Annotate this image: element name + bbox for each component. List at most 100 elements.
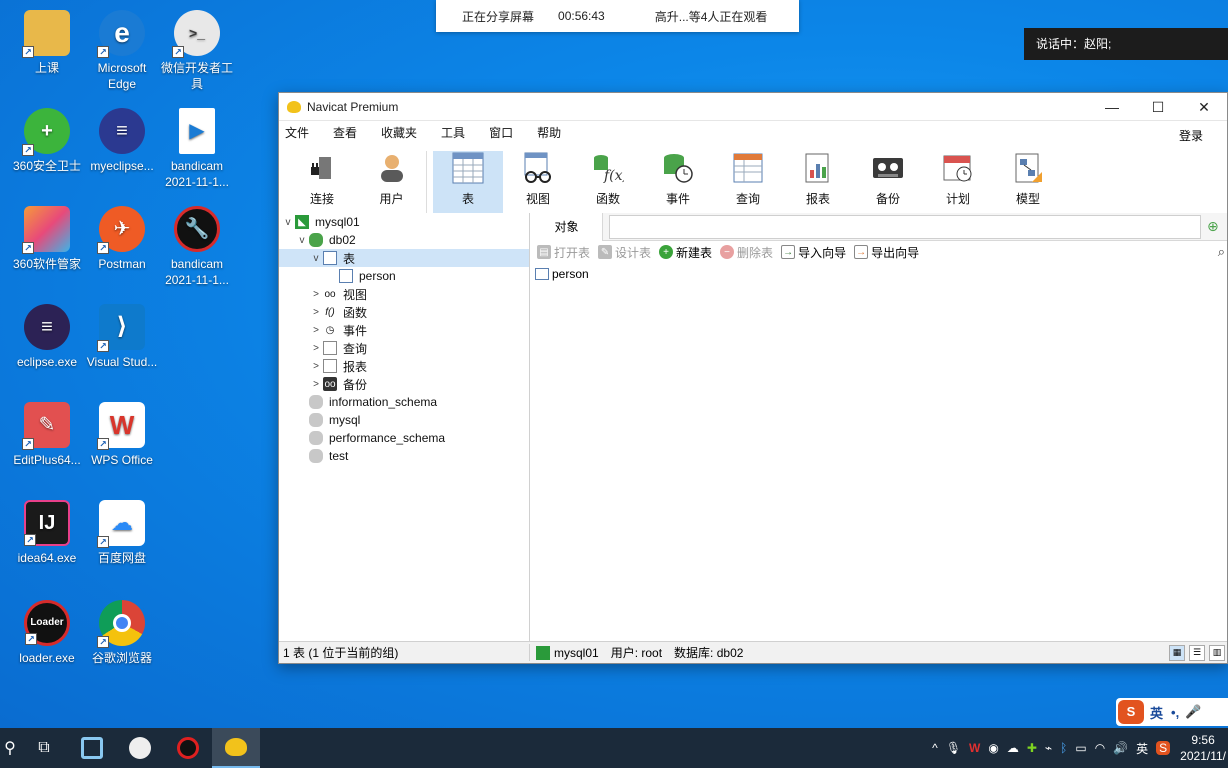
tree-tables-node[interactable]: v 表 — [279, 249, 529, 267]
desktop-icon-shangke[interactable]: ↗ 上课 — [10, 10, 84, 76]
chevron-down-icon[interactable]: v — [309, 253, 323, 264]
new-table-button[interactable]: + 新建表 — [659, 244, 712, 261]
sogou-tray-icon[interactable]: S — [1156, 741, 1171, 755]
grid-view-icon[interactable]: ▦ — [1169, 644, 1185, 661]
cloud-icon[interactable]: ☁ — [1007, 741, 1019, 755]
export-wizard-button[interactable]: → 导出向导 — [854, 244, 919, 261]
tree-backups-node[interactable]: > oo 备份 — [279, 375, 529, 393]
design-table-button[interactable]: ✎ 设计表 — [598, 244, 651, 261]
chevron-right-icon[interactable]: > — [309, 379, 323, 390]
menu-file[interactable]: 文件 — [285, 124, 321, 141]
object-item-person[interactable]: person — [535, 267, 589, 281]
volume-icon[interactable]: 🔊 — [1113, 741, 1128, 755]
ime-toolbar[interactable]: S 英 •, 🎤 — [1116, 698, 1228, 726]
maximize-button[interactable]: ☐ — [1135, 93, 1181, 121]
object-filter-input[interactable] — [609, 214, 1201, 239]
battery-icon[interactable]: ▭ — [1075, 741, 1086, 755]
qq-icon[interactable]: ◉ — [988, 741, 998, 755]
share-viewers[interactable]: 高升...等4人正在观看 — [655, 8, 768, 25]
list-view-icon[interactable]: ☰ — [1189, 644, 1205, 661]
detail-view-icon[interactable]: ▥ — [1209, 644, 1225, 661]
desktop-icon-myeclipse[interactable]: ≡ myeclipse... — [85, 108, 159, 174]
toolbar-event-button[interactable]: 事件 — [643, 151, 713, 213]
desktop-icon-bandicam-2[interactable]: 🔧 bandicam 2021-11-1... — [160, 206, 234, 288]
taskbar-app-avatar-icon[interactable] — [116, 728, 164, 768]
tree-database-db02[interactable]: v db02 — [279, 231, 529, 249]
toolbar-view-button[interactable]: 视图 — [503, 151, 573, 213]
desktop-icon-chrome[interactable]: ↗ 谷歌浏览器 — [85, 600, 159, 666]
search-icon[interactable]: ⚲ — [0, 728, 20, 768]
toolbar-backup-button[interactable]: 备份 — [853, 151, 923, 213]
title-bar[interactable]: Navicat Premium — ☐ ✕ — [279, 93, 1227, 121]
microphone-icon[interactable]: 🎙 — [946, 741, 961, 755]
menu-view[interactable]: 查看 — [333, 124, 369, 141]
toolbar-user-button[interactable]: 用户 — [357, 151, 427, 213]
wps-tray-icon[interactable]: W — [969, 741, 980, 755]
toolbar-connect-button[interactable]: 连接 — [287, 151, 357, 213]
minimize-button[interactable]: — — [1089, 93, 1135, 121]
toolbar-model-button[interactable]: 模型 — [993, 151, 1063, 213]
tree-functions-node[interactable]: > f() 函数 — [279, 303, 529, 321]
tree-queries-node[interactable]: > 查询 — [279, 339, 529, 357]
tree-events-node[interactable]: > ◷ 事件 — [279, 321, 529, 339]
task-view-icon[interactable]: ⧉ — [20, 728, 68, 768]
desktop-icon-editplus[interactable]: ✎ ↗ EditPlus64... — [10, 402, 84, 468]
taskbar-app-frame-icon[interactable] — [68, 728, 116, 768]
desktop-icon-loader[interactable]: Loader ↗ loader.exe — [10, 600, 84, 666]
close-button[interactable]: ✕ — [1181, 93, 1227, 121]
desktop-icon-idea[interactable]: IJ ↗ idea64.exe — [10, 500, 84, 566]
tree-database-test[interactable]: test — [279, 447, 529, 465]
desktop-icon-wechat-devtools[interactable]: >_ ↗ 微信开发者工具 — [160, 10, 234, 92]
desktop-icon-360-security[interactable]: + ↗ 360安全卫士 — [10, 108, 84, 174]
chevron-right-icon[interactable]: > — [309, 325, 323, 336]
desktop-icon-360-software[interactable]: ↗ 360软件管家 — [10, 206, 84, 272]
ime-mode[interactable]: 英 — [1150, 703, 1163, 722]
tree-connection-mysql01[interactable]: v ◣ mysql01 — [279, 213, 529, 231]
clock[interactable]: 9:56 2021/11/ — [1180, 732, 1226, 764]
chevron-down-icon[interactable]: v — [295, 235, 309, 246]
taskbar-navicat-icon[interactable] — [212, 728, 260, 768]
tray-input-language[interactable]: 英 — [1136, 740, 1148, 757]
menu-tools[interactable]: 工具 — [441, 124, 477, 141]
toolbar-schedule-button[interactable]: 计划 — [923, 151, 993, 213]
desktop-icon-baidu-netdisk[interactable]: ☁ ↗ 百度网盘 — [85, 500, 159, 566]
desktop-icon-edge[interactable]: e ↗ Microsoft Edge — [85, 10, 159, 92]
desktop-icon-wps[interactable]: W ↗ WPS Office — [85, 402, 159, 468]
usb-icon[interactable]: ⌁ — [1045, 741, 1052, 755]
desktop-icon-postman[interactable]: ✈ ↗ Postman — [85, 206, 159, 272]
bluetooth-icon[interactable]: ᛒ — [1060, 741, 1067, 755]
desktop-icon-eclipse[interactable]: ≡ eclipse.exe — [10, 304, 84, 370]
tree-views-node[interactable]: > oo 视图 — [279, 285, 529, 303]
punctuation-icon[interactable]: •, — [1171, 705, 1179, 720]
import-wizard-button[interactable]: → 导入向导 — [781, 244, 846, 261]
wifi-icon[interactable]: ◠ — [1095, 741, 1105, 755]
desktop-icon-bandicam-video-1[interactable]: ▶ bandicam 2021-11-1... — [160, 108, 234, 190]
microphone-icon[interactable]: 🎤 — [1185, 704, 1201, 720]
chevron-up-icon[interactable]: ^ — [932, 741, 938, 755]
taskbar-bandicam-icon[interactable] — [164, 728, 212, 768]
delete-table-button[interactable]: − 删除表 — [720, 244, 773, 261]
add-tab-icon[interactable]: ⊕ — [1207, 218, 1227, 235]
toolbar-query-button[interactable]: 查询 — [713, 151, 783, 213]
open-table-button[interactable]: ▤ 打开表 — [537, 244, 590, 261]
toolbar-report-button[interactable]: 报表 — [783, 151, 853, 213]
menu-window[interactable]: 窗口 — [489, 124, 525, 141]
chevron-right-icon[interactable]: > — [309, 361, 323, 372]
chevron-right-icon[interactable]: > — [309, 289, 323, 300]
tree-database-mysql[interactable]: mysql — [279, 411, 529, 429]
tree-reports-node[interactable]: > 报表 — [279, 357, 529, 375]
360-tray-icon[interactable]: ✚ — [1027, 741, 1037, 755]
search-icon[interactable]: ⌕ — [1218, 244, 1225, 260]
toolbar-table-button[interactable]: 表 — [433, 151, 503, 213]
desktop-icon-vscode[interactable]: ⟩ ↗ Visual Stud... — [85, 304, 159, 370]
tree-database-information-schema[interactable]: information_schema — [279, 393, 529, 411]
login-link[interactable]: 登录 — [1179, 127, 1203, 144]
tab-objects[interactable]: 对象 — [531, 212, 603, 241]
menu-favorites[interactable]: 收藏夹 — [381, 124, 429, 141]
chevron-right-icon[interactable]: > — [309, 343, 323, 354]
tree-table-person[interactable]: person — [279, 267, 529, 285]
tree-database-performance-schema[interactable]: performance_schema — [279, 429, 529, 447]
toolbar-function-button[interactable]: f(x) 函数 — [573, 151, 643, 213]
chevron-down-icon[interactable]: v — [281, 217, 295, 228]
chevron-right-icon[interactable]: > — [309, 307, 323, 318]
